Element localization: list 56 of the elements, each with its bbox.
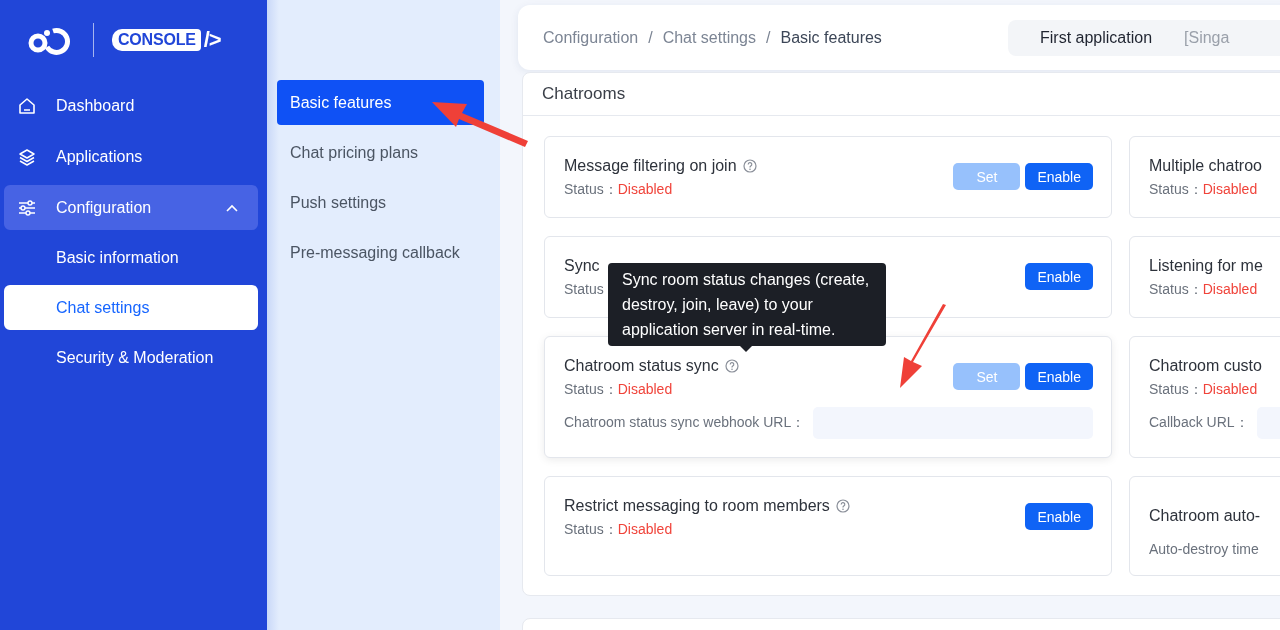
breadcrumb-item[interactable]: Configuration bbox=[543, 28, 639, 47]
feature-title: Message filtering on join bbox=[564, 157, 737, 175]
status-label: Status： bbox=[564, 381, 618, 397]
feature-title: Listening for me bbox=[1149, 257, 1263, 275]
feature-title: Chatroom status sync bbox=[564, 357, 719, 375]
nav-item[interactable]: Configuration bbox=[4, 185, 258, 230]
subnav-item[interactable]: Chat pricing plans bbox=[277, 130, 484, 175]
status-value: Disabled bbox=[1202, 281, 1258, 297]
app-selector[interactable]: First application [Singa bbox=[1008, 19, 1280, 56]
breadcrumb-separator: / bbox=[766, 28, 771, 47]
nav-subitem[interactable]: Security & Moderation bbox=[4, 335, 258, 380]
section-title: Chatrooms bbox=[542, 84, 626, 104]
logo-code-mark: /> bbox=[203, 27, 221, 53]
help-icon[interactable] bbox=[724, 359, 739, 373]
feature-title: Multiple chatroo bbox=[1149, 157, 1262, 175]
status-label: Status： bbox=[1149, 381, 1203, 397]
nav-item[interactable]: Applications bbox=[4, 134, 258, 179]
layers-icon bbox=[18, 147, 36, 166]
nav-subitem[interactable]: Basic information bbox=[4, 235, 258, 280]
subnav-item[interactable]: Basic features bbox=[277, 80, 484, 125]
status-label: Status： bbox=[1149, 281, 1203, 297]
status-value: Disabled bbox=[617, 521, 673, 537]
logo-wordmark: CONSOLE bbox=[112, 29, 201, 51]
enable-button[interactable]: Enable bbox=[1025, 503, 1093, 530]
help-icon[interactable] bbox=[742, 159, 757, 173]
feature-title: Restrict messaging to room members bbox=[564, 497, 830, 515]
status-label: Status： bbox=[1149, 181, 1203, 197]
house-icon bbox=[18, 96, 36, 115]
status-value: Disabled bbox=[617, 381, 673, 397]
status-label: Status： bbox=[564, 181, 618, 197]
feature-title: Sync bbox=[564, 257, 600, 275]
status-value: Disabled bbox=[1202, 381, 1258, 397]
status-value: Disabled bbox=[1202, 181, 1258, 197]
breadcrumb-item: Basic features bbox=[780, 28, 882, 47]
tooltip-pointer-icon bbox=[740, 346, 752, 352]
breadcrumb-separator: / bbox=[648, 28, 653, 47]
chevron-icon bbox=[226, 203, 238, 212]
feature-title: Chatroom custo bbox=[1149, 357, 1262, 375]
nav-subitem[interactable]: Chat settings bbox=[4, 285, 258, 330]
subnav-item[interactable]: Pre-messaging callback bbox=[277, 230, 484, 275]
enable-button[interactable]: Enable bbox=[1025, 263, 1093, 290]
status-value: Disabled bbox=[617, 181, 673, 197]
field-label: Auto-destroy time bbox=[1149, 541, 1260, 557]
field-label: Callback URL： bbox=[1149, 414, 1249, 432]
enable-button[interactable]: Enable bbox=[1025, 163, 1093, 190]
help-icon[interactable] bbox=[835, 499, 850, 513]
sliders-icon bbox=[18, 198, 36, 217]
status-label: Status bbox=[564, 281, 604, 297]
field-label: Chatroom status sync webhook URL： bbox=[564, 414, 806, 432]
status-label: Status： bbox=[564, 521, 618, 537]
nav-item[interactable]: Dashboard bbox=[4, 83, 258, 128]
feature-title: Chatroom auto- bbox=[1149, 507, 1262, 525]
tooltip: Sync room status changes (create, destroy, join, leave) to your application server in real-time. bbox=[608, 263, 886, 346]
enable-button[interactable]: Enable bbox=[1025, 363, 1093, 390]
subnav-item[interactable]: Push settings bbox=[277, 180, 484, 225]
breadcrumb-item[interactable]: Chat settings bbox=[662, 28, 756, 47]
